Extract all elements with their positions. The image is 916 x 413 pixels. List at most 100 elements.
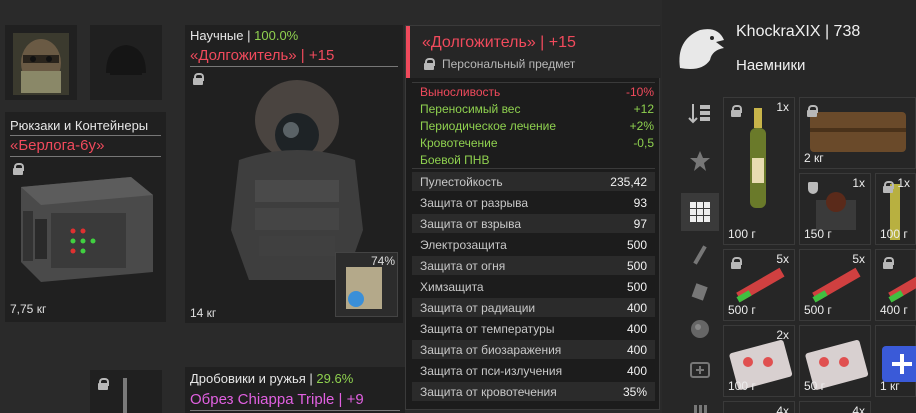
player-name-line: KhockraXIX | 738 [736, 23, 860, 41]
inventory-cell[interactable]: 1x 100 г [723, 97, 795, 245]
medicine-tab[interactable] [681, 350, 719, 388]
lock-icon [731, 257, 742, 269]
tooltip-stat-value: 500 [626, 237, 647, 252]
tooltip-stat-value: 500 [626, 258, 647, 273]
tooltip-effect-row: Выносливость -10% [420, 85, 654, 99]
tooltip-stat-value: 93 [633, 195, 647, 210]
misc-tab[interactable] [681, 390, 719, 413]
tooltip-effect-value: +12 [633, 102, 654, 116]
helmet-slot[interactable] [90, 25, 162, 100]
inventory-cell-weight: 2 кг [804, 151, 824, 165]
player-faction: Наемники [736, 57, 806, 74]
artefacts-tab[interactable] [681, 310, 719, 348]
armor-category: Научные [190, 28, 244, 43]
container-name: «Берлога-6у» [10, 137, 161, 157]
helmet-silhouette-icon [106, 45, 146, 75]
faction-eagle-icon [679, 29, 724, 69]
tooltip-stat-value: 400 [626, 342, 647, 357]
tooltip-stat-row: Химзащита 500 [412, 277, 655, 296]
tooltip-stat-label: Электрозащита [420, 237, 507, 252]
tooltip-effect-value: -10% [625, 85, 654, 99]
shotgun-slot[interactable]: Дробовики и ружья | 29.6% Обрез Chiappa … [185, 367, 405, 413]
weapons-tab[interactable] [681, 236, 719, 274]
ammo-icon [691, 283, 708, 301]
inventory-cell-weight: 500 г [804, 303, 832, 317]
tooltip-effect-row: Кровотечение -0,5 [420, 136, 654, 150]
inventory-cell-count: 2x [776, 328, 789, 342]
armor-name: «Долгожитель» | +15 [190, 47, 398, 67]
tooltip-stat-value: 97 [633, 216, 647, 231]
inventory-cell[interactable]: 50 г [799, 325, 871, 397]
inventory-cell-count: 5x [852, 252, 865, 266]
tooltip-stat-value: 400 [626, 363, 647, 378]
inventory-cell[interactable]: 1 кг [875, 325, 916, 397]
player-name: KhockraXIX [736, 23, 821, 40]
sort-tab[interactable] [681, 94, 719, 132]
tooltip-stat-label: Защита от температуры [420, 321, 555, 336]
armor-category-line: Научные | 100.0% [190, 28, 298, 43]
sort-icon [688, 104, 710, 124]
knife-icon [123, 378, 127, 413]
tooltip-effect-label: Кровотечение [420, 136, 498, 150]
inventory-cell-weight: 1 кг [880, 379, 900, 393]
armor-plate-slot[interactable]: 74% [335, 252, 398, 317]
lock-icon [731, 105, 742, 117]
tooltip-stat-label: Защита от разрыва [420, 195, 529, 210]
inventory-cell-weight: 400 г [880, 303, 908, 317]
tooltip-stat-label: Защита от взрыва [420, 216, 522, 231]
grid-tab[interactable] [681, 193, 719, 231]
armor-plate-icon [346, 267, 382, 309]
tooltip-effect-row: Периодическое лечение +2% [420, 119, 654, 133]
inventory-cell[interactable]: 2 кг [799, 97, 916, 169]
tooltip-effect-value: +2% [629, 119, 654, 133]
artefact-icon [691, 320, 709, 338]
inventory-cell[interactable]: 5x 500 г [723, 249, 795, 321]
star-icon [690, 151, 710, 171]
tooltip-stat-row: Защита от огня 500 [412, 256, 655, 275]
inventory-cell[interactable]: 1x 100 г [875, 173, 916, 245]
tooltip-stat-label: Защита от биозаражения [420, 342, 562, 357]
player-level: 738 [833, 23, 861, 40]
tooltip-subtitle: Персональный предмет [442, 57, 576, 71]
container-slot[interactable]: Рюкзаки и Контейнеры «Берлога-6у» 7,75 к… [5, 112, 166, 322]
inventory-item-bottle-icon [750, 108, 766, 208]
tooltip-title: «Долгожитель» | +15 [422, 34, 576, 51]
tooltip-stat-value: 35% [622, 384, 647, 399]
favorites-tab[interactable] [681, 142, 719, 180]
inventory-cell-count: 1x [897, 176, 910, 190]
armor-slot[interactable]: Научные | 100.0% «Долгожитель» | +15 74%… [185, 25, 403, 323]
character-portrait-slot[interactable] [5, 25, 77, 100]
armor-category-pct: 100.0% [254, 28, 299, 43]
tooltip-stat-label: Пулестойкость [420, 174, 503, 189]
inventory-cell-weight: 150 г [804, 227, 832, 241]
tooltip-stat-row: Защита от пси-излучения 400 [412, 361, 655, 380]
inventory-cell-count: 4x [852, 404, 865, 413]
inventory-cell-weight: 100 г [728, 379, 756, 393]
inventory-cell-weight: 500 г [728, 303, 756, 317]
lock-icon [98, 378, 109, 390]
character-face-image [13, 33, 69, 95]
container-image [21, 177, 153, 282]
tooltip-stat-row: Защита от кровотечения 35% [412, 382, 655, 401]
inventory-cell[interactable]: 2x 100 г [723, 325, 795, 397]
inventory-cell-weight: 100 г [728, 227, 756, 241]
tooltip-stat-row: Защита от радиации 400 [412, 298, 655, 317]
tooltip-stat-label: Защита от огня [420, 258, 506, 273]
inventory-cell[interactable]: 1x 150 г [799, 173, 871, 245]
tooltip-effect-row: Переносимый вес +12 [420, 102, 654, 116]
tooltip-effect-label: Периодическое лечение [420, 119, 556, 133]
inventory-cell[interactable]: 5x 500 г [799, 249, 871, 321]
inventory-cell-count: 1x [776, 100, 789, 114]
inventory-cell[interactable]: 400 г [875, 249, 916, 321]
tooltip-stat-label: Защита от пси-излучения [420, 363, 563, 378]
inventory-cell[interactable]: 4x [723, 401, 795, 413]
tooltip-effect-row: Боевой ПНВ [420, 153, 654, 167]
ammo-tab[interactable] [681, 272, 719, 310]
shield-icon [808, 182, 818, 194]
weapon-slot-small[interactable] [90, 370, 162, 413]
inventory-cell[interactable]: 4x [799, 401, 871, 413]
shotgun-category-separator: | [309, 371, 313, 386]
item-tooltip: «Долгожитель» | +15 Персональный предмет… [405, 25, 661, 410]
shotgun-category-pct: 29.6% [316, 371, 354, 386]
armor-category-separator: | [247, 28, 251, 43]
